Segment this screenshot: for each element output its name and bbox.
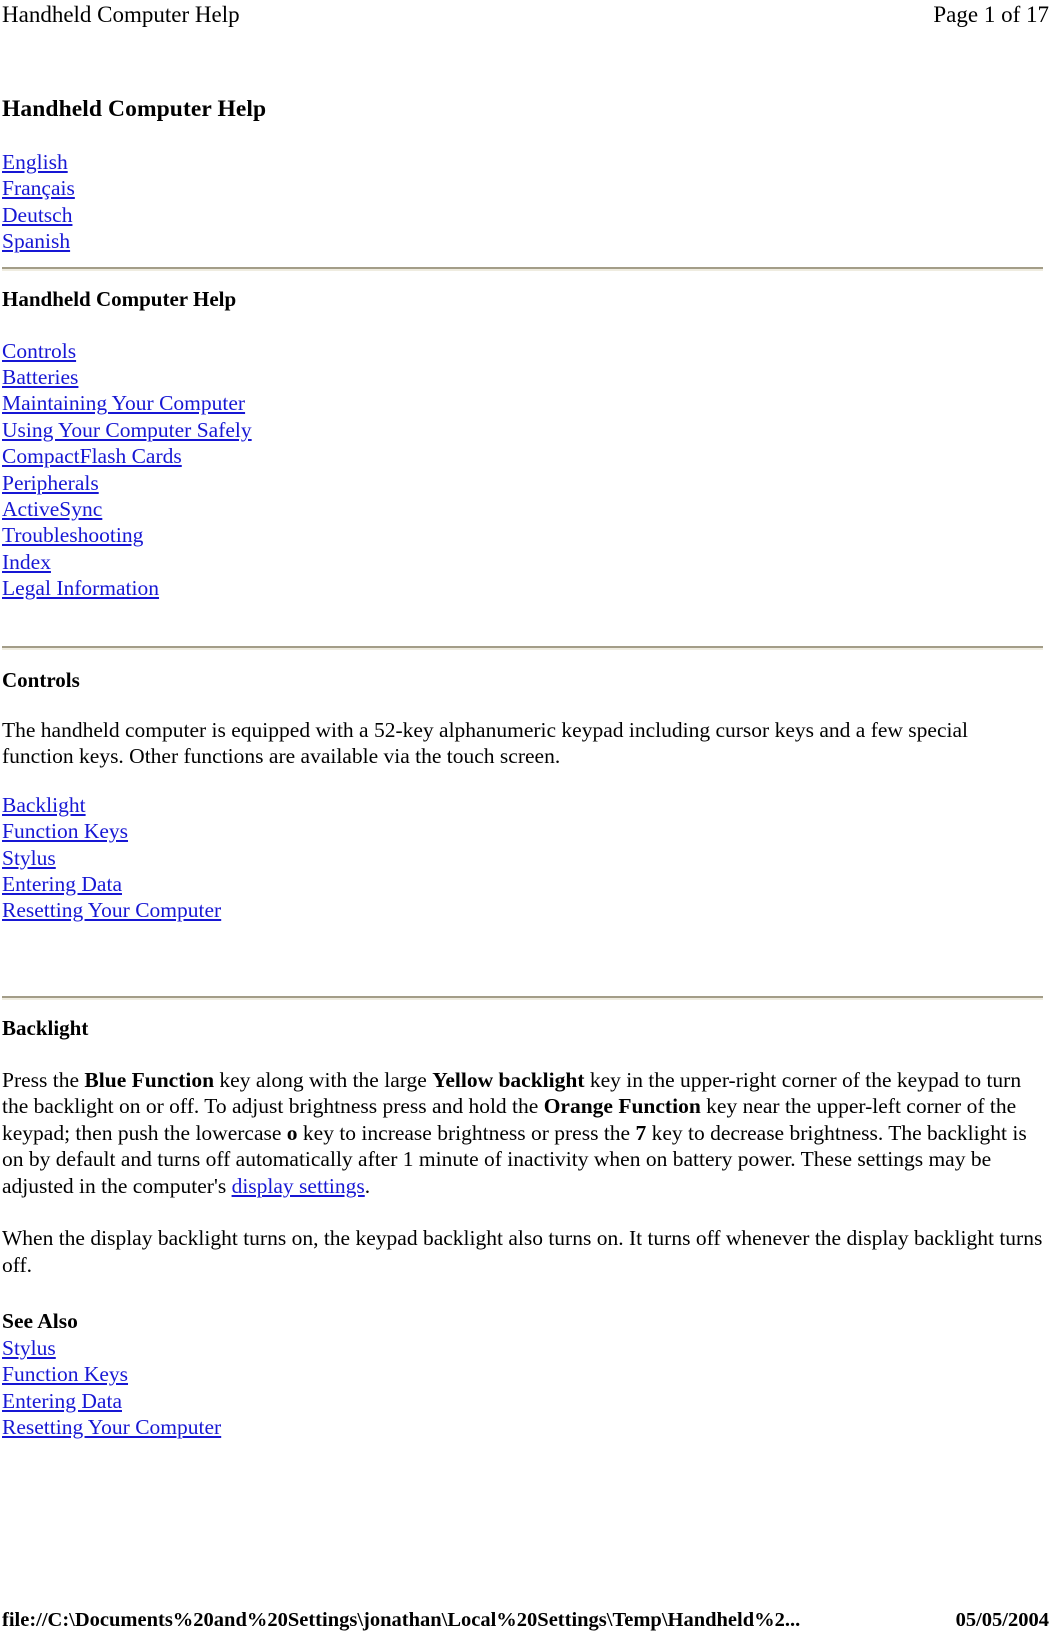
backlight-heading: Backlight bbox=[2, 1015, 89, 1040]
toc-link-peripherals[interactable]: Peripherals bbox=[2, 470, 99, 496]
backlight-p1-bold-blue-function: Blue Function bbox=[84, 1067, 215, 1092]
backlight-paragraph-1: Press the Blue Function key along with t… bbox=[2, 1067, 1043, 1200]
see-also-link-list: Stylus Function Keys Entering Data Reset… bbox=[2, 1335, 1043, 1441]
language-link-deutsch[interactable]: Deutsch bbox=[2, 202, 72, 228]
print-footer-date: 05/05/2004 bbox=[955, 1609, 1049, 1631]
controls-link-resetting-your-computer[interactable]: Resetting Your Computer bbox=[2, 897, 221, 923]
backlight-p1-text-5: key to increase brightness or press the bbox=[297, 1120, 636, 1145]
controls-paragraph: The handheld computer is equipped with a… bbox=[2, 717, 968, 769]
backlight-p1-text-1: Press the bbox=[2, 1067, 85, 1092]
toc-link-maintaining-your-computer[interactable]: Maintaining Your Computer bbox=[2, 390, 245, 416]
toc-link-activesync[interactable]: ActiveSync bbox=[2, 496, 102, 522]
controls-link-function-keys[interactable]: Function Keys bbox=[2, 818, 128, 844]
backlight-p1-bold-yellow-backlight: Yellow backlight bbox=[432, 1067, 585, 1092]
backlight-p1-bold-o-key: o bbox=[286, 1120, 298, 1145]
toc-link-compactflash-cards[interactable]: CompactFlash Cards bbox=[2, 443, 182, 469]
toc-link-controls[interactable]: Controls bbox=[2, 338, 76, 364]
language-link-english[interactable]: English bbox=[2, 149, 68, 175]
see-also-text: See Also bbox=[2, 1309, 78, 1334]
display-settings-link[interactable]: display settings bbox=[232, 1174, 365, 1198]
print-footer: file://C:\Documents%20and%20Settings\jon… bbox=[0, 1606, 1051, 1640]
controls-link-entering-data[interactable]: Entering Data bbox=[2, 871, 122, 897]
language-link-list: English Français Deutsch Spanish bbox=[2, 149, 1043, 255]
table-of-contents-link-list: Controls Batteries Maintaining Your Comp… bbox=[2, 338, 1043, 602]
toc-link-troubleshooting[interactable]: Troubleshooting bbox=[2, 522, 143, 548]
controls-link-list: Backlight Function Keys Stylus Entering … bbox=[2, 792, 1043, 924]
controls-heading: Controls bbox=[2, 667, 80, 692]
toc-link-index[interactable]: Index bbox=[2, 549, 51, 575]
print-header-title: Handheld Computer Help bbox=[2, 2, 240, 27]
page-title: Handheld Computer Help bbox=[2, 96, 267, 122]
see-also-label: See Also bbox=[2, 1308, 1043, 1335]
print-footer-url: file://C:\Documents%20and%20Settings\jon… bbox=[2, 1609, 801, 1631]
backlight-paragraph-2: When the display backlight turns on, the… bbox=[2, 1226, 1043, 1277]
document-body: Handheld Computer Help English Français … bbox=[0, 34, 1051, 1579]
print-header: Handheld Computer Help Page 1 of 17 bbox=[0, 0, 1051, 34]
language-link-francais[interactable]: Français bbox=[2, 175, 75, 201]
see-also-link-entering-data[interactable]: Entering Data bbox=[2, 1388, 122, 1414]
see-also-link-function-keys[interactable]: Function Keys bbox=[2, 1361, 128, 1387]
backlight-p1-text-2: key along with the large bbox=[214, 1067, 433, 1092]
controls-link-stylus[interactable]: Stylus bbox=[2, 845, 56, 871]
print-header-page-number: Page 1 of 17 bbox=[933, 2, 1049, 27]
language-link-spanish[interactable]: Spanish bbox=[2, 228, 70, 254]
controls-link-backlight[interactable]: Backlight bbox=[2, 792, 86, 818]
toc-heading: Handheld Computer Help bbox=[2, 286, 237, 311]
toc-link-using-your-computer-safely[interactable]: Using Your Computer Safely bbox=[2, 417, 252, 443]
see-also-link-stylus[interactable]: Stylus bbox=[2, 1335, 56, 1361]
see-also-link-resetting-your-computer[interactable]: Resetting Your Computer bbox=[2, 1414, 221, 1440]
toc-link-batteries[interactable]: Batteries bbox=[2, 364, 78, 390]
backlight-p1-text-7: . bbox=[364, 1173, 371, 1198]
backlight-p1-bold-7-key: 7 bbox=[635, 1120, 647, 1145]
toc-link-legal-information[interactable]: Legal Information bbox=[2, 575, 159, 601]
backlight-p1-bold-orange-function: Orange Function bbox=[543, 1094, 701, 1119]
